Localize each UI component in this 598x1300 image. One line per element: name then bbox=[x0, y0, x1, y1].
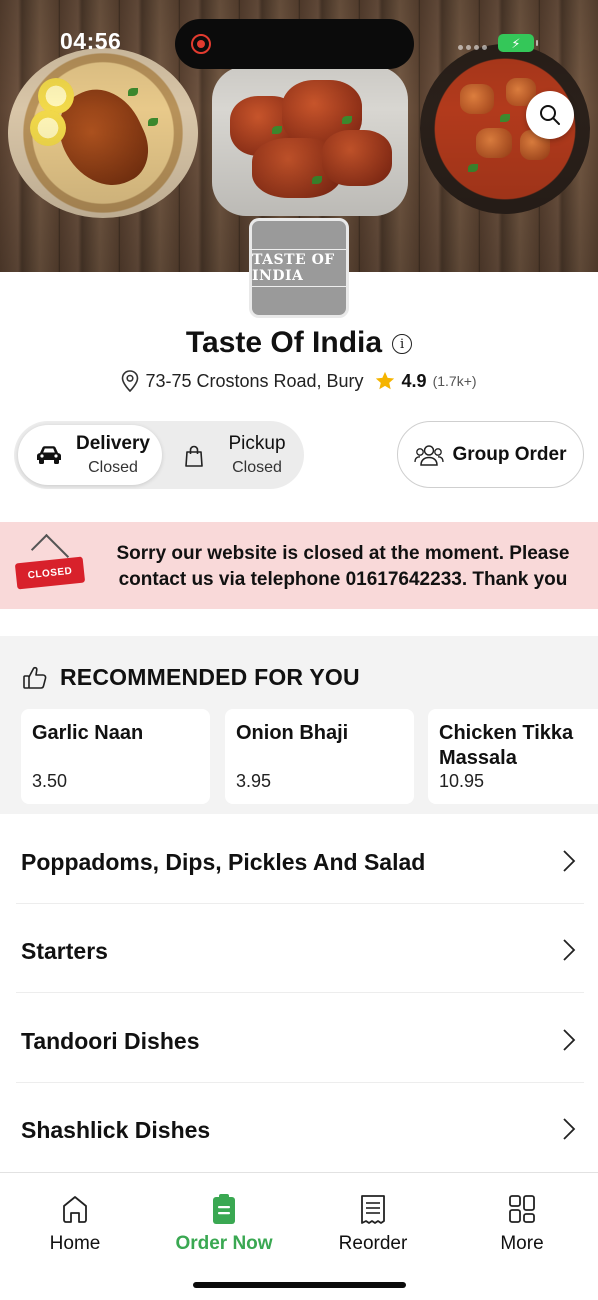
nav-more[interactable]: More bbox=[457, 1191, 587, 1255]
biryani-plate bbox=[8, 48, 198, 218]
rating-value: 4.9 bbox=[401, 370, 427, 391]
nav-reorder[interactable]: Reorder bbox=[308, 1191, 438, 1255]
category-row[interactable]: Poppadoms, Dips, Pickles And Salad bbox=[16, 815, 584, 904]
category-name: Starters bbox=[21, 938, 108, 964]
recommended-item-price: 3.50 bbox=[32, 771, 68, 791]
nav-reorder-label: Reorder bbox=[338, 1233, 408, 1254]
nav-home-label: Home bbox=[49, 1233, 101, 1254]
receipt-icon bbox=[361, 1195, 385, 1224]
recommended-title: RECOMMENDED FOR YOU bbox=[60, 664, 360, 690]
category-name: Poppadoms, Dips, Pickles And Salad bbox=[21, 849, 426, 875]
tandoori-chicken-plate bbox=[212, 66, 408, 216]
nav-more-label: More bbox=[500, 1233, 544, 1254]
closed-sign-text: CLOSED bbox=[27, 565, 73, 581]
delivery-option[interactable]: Delivery Closed bbox=[18, 425, 162, 485]
category-row[interactable]: Shashlick Dishes bbox=[16, 1083, 584, 1172]
delivery-status: Closed bbox=[88, 459, 138, 476]
closed-message-line1: Sorry our website is closed at the momen… bbox=[116, 543, 570, 564]
delivery-label: Delivery bbox=[76, 433, 150, 454]
category-row[interactable]: Tandoori Dishes bbox=[16, 994, 584, 1083]
recommended-item-name: Onion Bhaji bbox=[236, 722, 349, 744]
recommended-card[interactable]: Chicken Tikka Massala 10.95 bbox=[428, 709, 598, 804]
chevron-right-icon bbox=[563, 939, 576, 961]
restaurant-logo: TASTE OF INDIA bbox=[249, 218, 349, 318]
closed-message-line2: contact us via telephone 01617642233. Th… bbox=[118, 569, 568, 590]
recommended-card[interactable]: Onion Bhaji 3.95 bbox=[225, 709, 414, 804]
recommended-item-name: Garlic Naan bbox=[32, 722, 144, 744]
closed-sign-icon: CLOSED bbox=[14, 533, 86, 594]
battery-charging-icon: ⚡ bbox=[498, 34, 538, 52]
search-icon bbox=[540, 105, 560, 125]
order-bag-icon bbox=[213, 1194, 235, 1224]
restaurant-address: 73-75 Crostons Road, Bury bbox=[145, 370, 364, 391]
category-name: Shashlick Dishes bbox=[21, 1117, 211, 1143]
group-order-label: Group Order bbox=[452, 443, 567, 465]
closed-banner: CLOSED Sorry our website is closed at th… bbox=[0, 522, 598, 609]
search-button[interactable] bbox=[526, 91, 574, 139]
restaurant-title-row: Taste Of India i bbox=[0, 326, 598, 360]
chevron-right-icon bbox=[563, 1118, 576, 1140]
logo-text: TASTE OF INDIA bbox=[252, 249, 346, 287]
signal-icon bbox=[458, 45, 487, 50]
chevron-right-icon bbox=[563, 1029, 576, 1051]
group-order-button[interactable]: Group Order bbox=[397, 421, 584, 488]
shopping-bag-icon bbox=[185, 445, 203, 467]
category-name: Tandoori Dishes bbox=[21, 1028, 200, 1054]
thumbs-up-icon bbox=[23, 666, 47, 689]
category-row[interactable]: Starters bbox=[16, 904, 584, 993]
home-icon bbox=[63, 1196, 87, 1223]
bottom-navigation: Home Order Now Reorder More bbox=[0, 1172, 598, 1300]
nav-home[interactable]: Home bbox=[10, 1191, 140, 1255]
closed-message: Sorry our website is closed at the momen… bbox=[100, 541, 586, 593]
info-icon[interactable]: i bbox=[392, 334, 413, 354]
recommended-card[interactable]: Garlic Naan 3.50 bbox=[21, 709, 210, 804]
recommended-header: RECOMMENDED FOR YOU bbox=[22, 664, 360, 691]
recommended-item-name: Chicken Tikka Massala bbox=[439, 722, 574, 769]
recommended-section: RECOMMENDED FOR YOU Garlic Naan 3.50 Oni… bbox=[0, 636, 598, 814]
address-row: 73-75 Crostons Road, Bury 4.9 (1.7k+) bbox=[0, 370, 598, 392]
nav-order-now[interactable]: Order Now bbox=[159, 1191, 289, 1255]
status-time: 04:56 bbox=[60, 28, 122, 54]
location-pin-icon bbox=[122, 370, 139, 392]
home-indicator[interactable] bbox=[193, 1282, 406, 1288]
chevron-right-icon bbox=[563, 850, 576, 872]
pickup-option[interactable]: Pickup Closed bbox=[160, 425, 304, 485]
pickup-label: Pickup bbox=[228, 433, 286, 454]
dynamic-island bbox=[175, 19, 414, 69]
recommended-item-price: 10.95 bbox=[439, 771, 485, 791]
car-icon bbox=[37, 446, 61, 464]
nav-order-now-label: Order Now bbox=[175, 1233, 273, 1254]
restaurant-name: Taste Of India bbox=[185, 326, 383, 359]
pickup-status: Closed bbox=[232, 459, 282, 476]
group-people-icon bbox=[414, 444, 445, 466]
grid-icon bbox=[509, 1195, 535, 1223]
star-icon bbox=[375, 371, 394, 390]
order-mode-toggle: Delivery Closed Pickup Closed bbox=[14, 421, 304, 489]
recommended-item-price: 3.95 bbox=[236, 771, 272, 791]
rating-count: (1.7k+) bbox=[432, 373, 477, 389]
recording-icon bbox=[191, 34, 211, 54]
